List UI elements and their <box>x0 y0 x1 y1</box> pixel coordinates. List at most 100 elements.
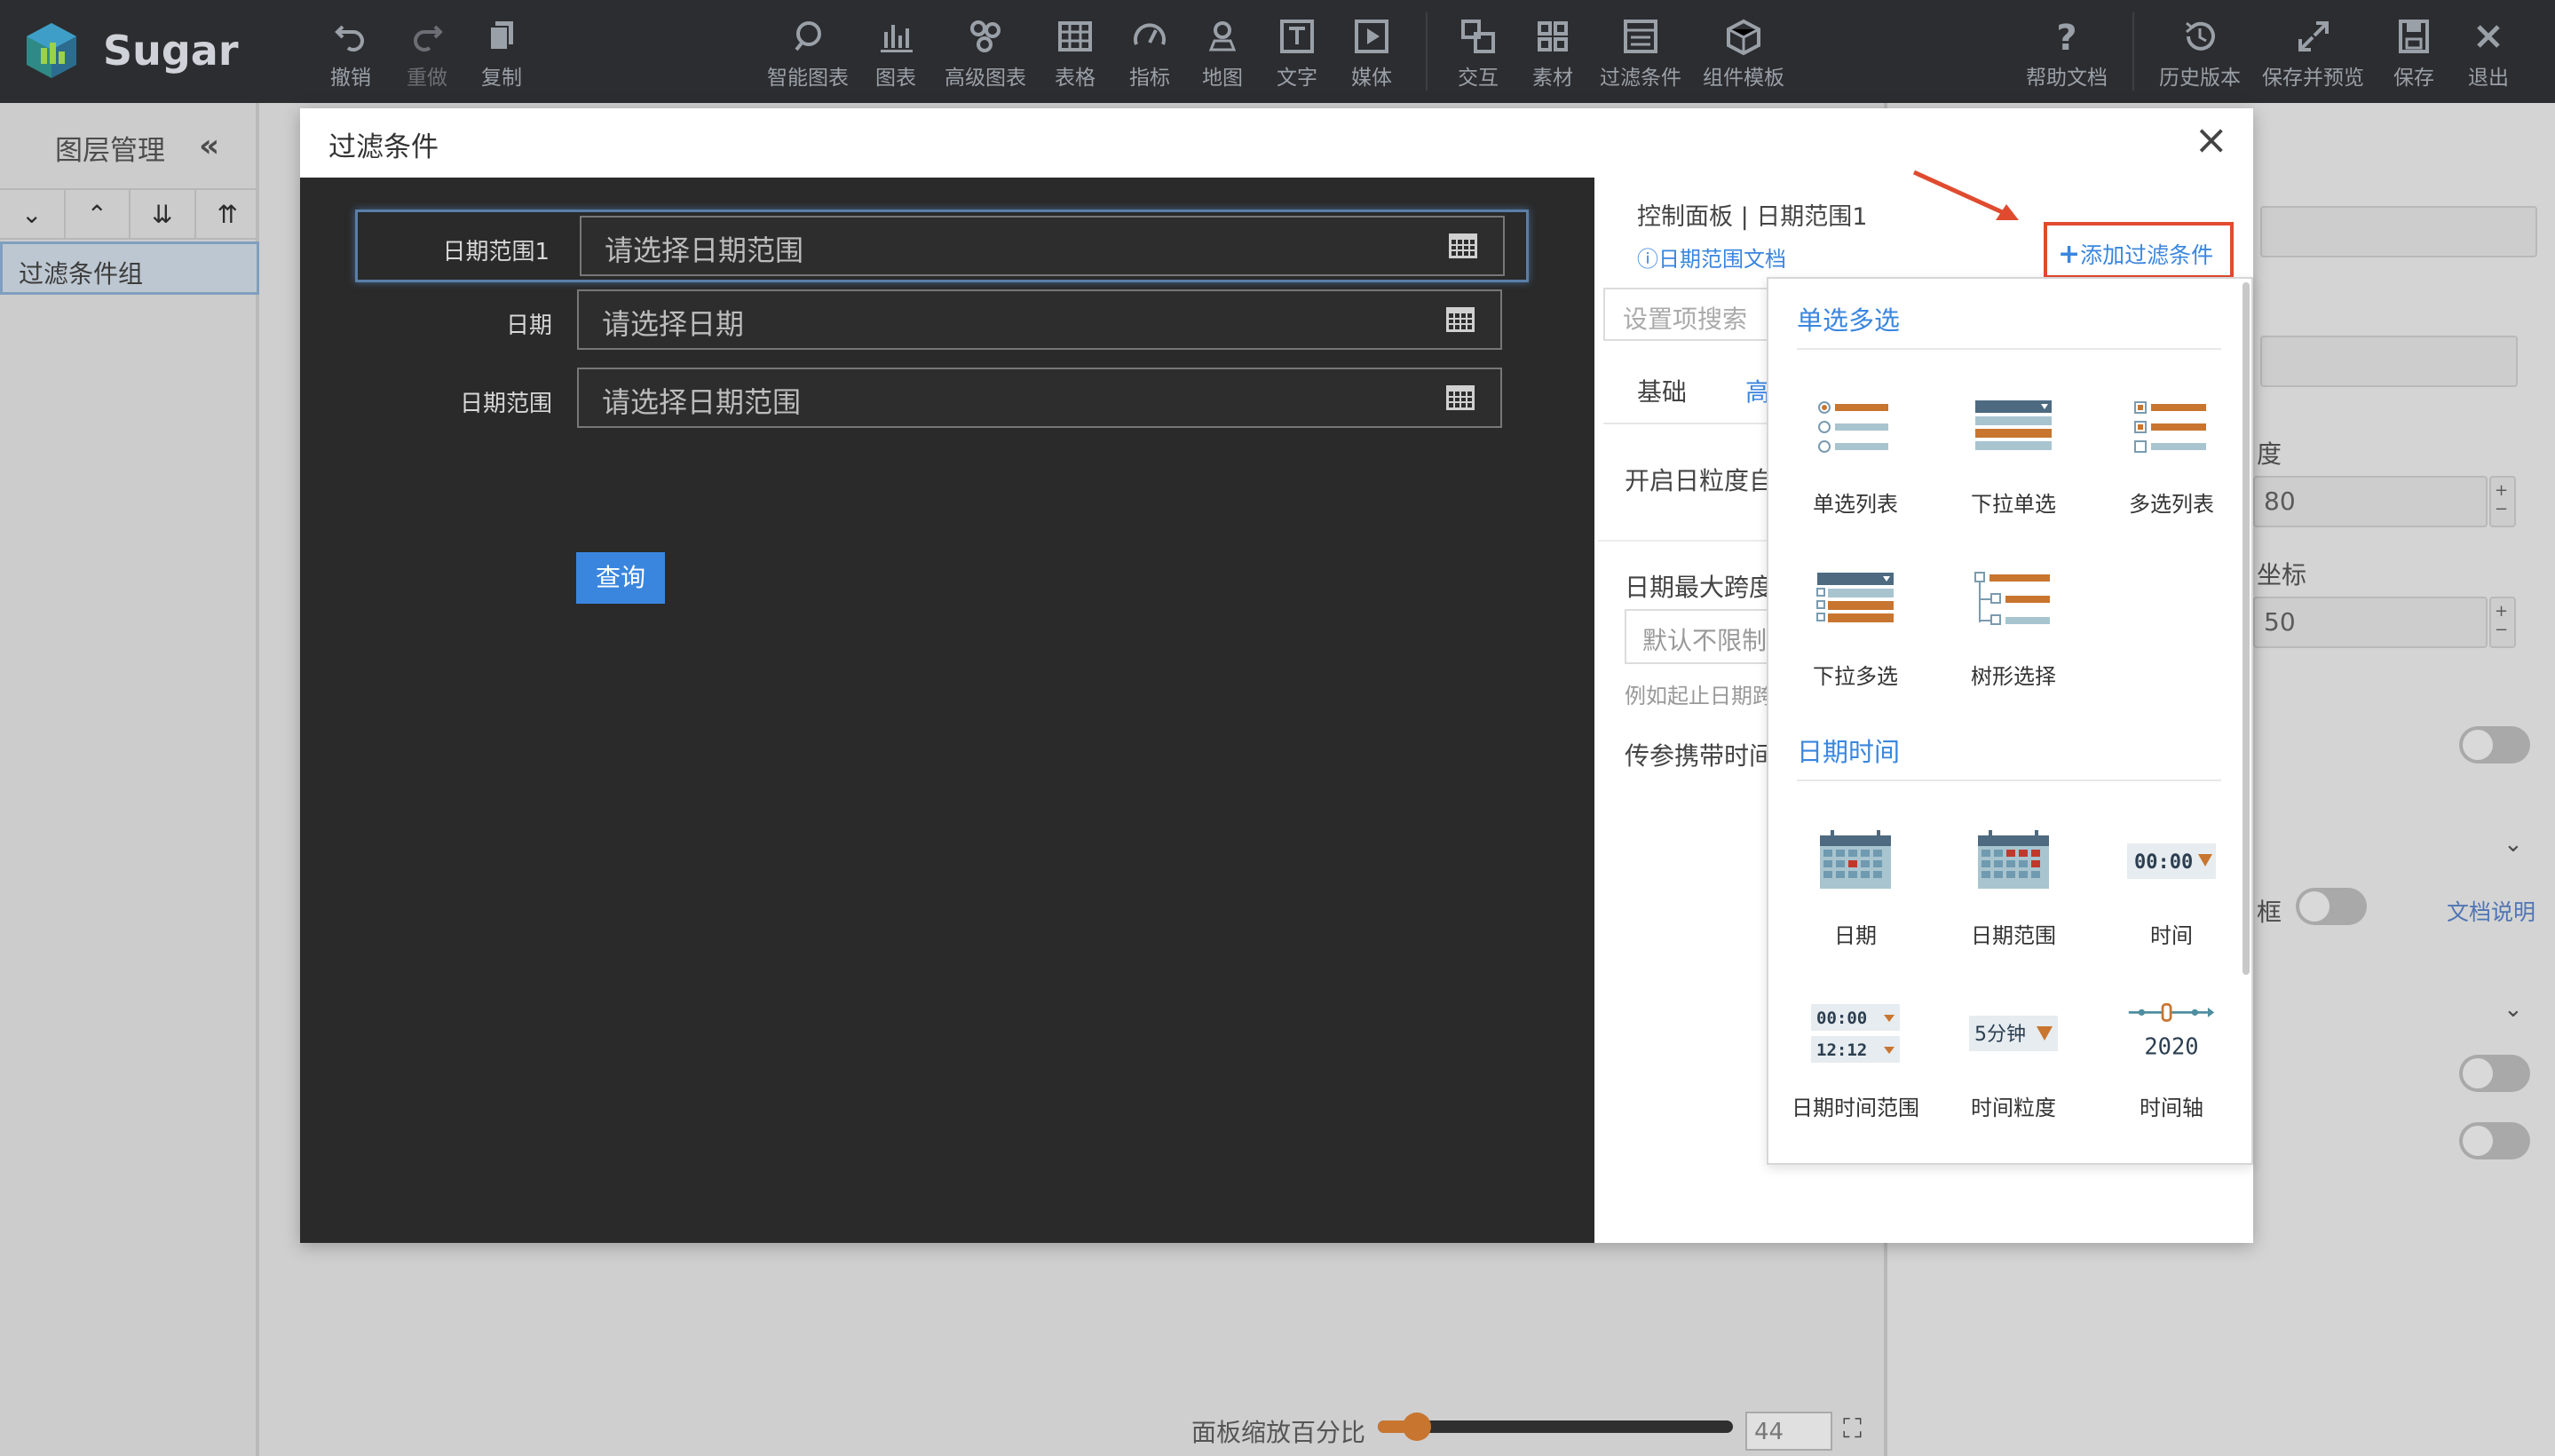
table-icon <box>1058 21 1092 51</box>
undo-button[interactable]: 撤销 <box>330 16 371 91</box>
control-panel-title: 控制面板 | 日期范围1 <box>1637 203 1868 231</box>
filter-row-date-range-1[interactable]: 日期范围1 请选择日期范围 <box>355 210 1529 282</box>
smart-chart-label: 智能图表 <box>767 67 849 90</box>
help-button[interactable]: ? 帮助文档 <box>2026 16 2108 91</box>
cube-icon <box>1727 19 1760 56</box>
tree-select-icon <box>1974 572 2050 625</box>
material-label: 素材 <box>1532 67 1573 90</box>
map-button[interactable]: 地图 <box>1202 16 1243 91</box>
filter-label: 过滤条件 <box>1600 67 1681 90</box>
field-label: 日期范围 <box>459 391 552 417</box>
map-pin-icon <box>1208 21 1237 51</box>
option-label: 下拉单选 <box>1971 492 2056 517</box>
interaction-icon <box>1461 20 1495 53</box>
option-multi-list[interactable]: 多选列表 <box>2100 385 2243 518</box>
date-range-doc-link[interactable]: ⓘ日期范围文档 <box>1637 241 1786 273</box>
bar-chart-icon <box>881 25 913 52</box>
history-button[interactable]: 历史版本 <box>2159 16 2241 91</box>
filter-preview-canvas: 日期范围1 请选择日期范围 日期 请选择日期 日期范围 请选择日期范围 查询 <box>300 178 1594 1243</box>
query-button[interactable]: 查询 <box>576 552 665 604</box>
save-disk-icon <box>2399 20 2429 53</box>
interaction-button[interactable]: 交互 <box>1458 16 1499 91</box>
zoom-slider-handle[interactable] <box>1403 1412 1431 1441</box>
date-range-input[interactable]: 请选择日期范围 <box>580 216 1505 276</box>
filter-row-date-range[interactable]: 日期范围 请选择日期范围 <box>355 368 1529 440</box>
option-datetime-range[interactable]: 00:00 12:12 日期时间范围 <box>1784 989 1926 1121</box>
zoom-value-input[interactable]: 44 <box>1745 1412 1832 1451</box>
granularity-setting-label: 开启日粒度自 <box>1625 466 1775 495</box>
component-template-button[interactable]: 组件模板 <box>1703 16 1784 91</box>
text-button[interactable]: 文字 <box>1277 16 1317 91</box>
material-button[interactable]: 素材 <box>1532 16 1573 91</box>
option-timeline[interactable]: 2020 时间轴 <box>2100 989 2243 1121</box>
smart-chart-button[interactable]: 智能图表 <box>767 16 849 91</box>
add-filter-dropdown: 单选多选 单选列表 下拉单选 多选列表 下拉多选 树形选择 日期时间 日期 日期… <box>1767 277 2253 1165</box>
fullscreen-icon[interactable]: ⛶ <box>1843 1413 1862 1444</box>
save-preview-button[interactable]: 保存并预览 <box>2262 16 2364 91</box>
option-time[interactable]: 00:00 时间 <box>2100 817 2243 949</box>
dropdown-select-icon <box>1975 400 2052 450</box>
zoom-slider-track[interactable] <box>1378 1420 1733 1433</box>
media-label: 媒体 <box>1351 67 1392 90</box>
max-span-label: 日期最大跨度 <box>1625 573 1775 602</box>
option-label: 时间 <box>2150 923 2193 948</box>
field-label: 日期范围1 <box>442 239 550 265</box>
settings-search-input[interactable]: 设置项搜索 <box>1603 288 1772 341</box>
option-label: 时间轴 <box>2140 1096 2203 1120</box>
undo-label: 撤销 <box>330 67 371 90</box>
copy-icon <box>489 21 513 51</box>
section-title-date-time: 日期时间 <box>1797 737 1901 767</box>
save-preview-label: 保存并预览 <box>2262 67 2364 90</box>
date-input[interactable]: 请选择日期 <box>577 289 1502 350</box>
radio-list-icon <box>1818 401 1888 453</box>
indicator-button[interactable]: 指标 <box>1129 16 1170 91</box>
smart-chart-icon <box>795 21 821 51</box>
filter-row-date[interactable]: 日期 请选择日期 <box>355 289 1529 362</box>
section-divider <box>1797 348 2221 350</box>
granularity-icon: 5分钟 <box>1969 1016 2058 1051</box>
time-text: 00:00 <box>1816 1009 1867 1028</box>
media-button[interactable]: 媒体 <box>1351 16 1392 91</box>
option-dropdown-single[interactable]: 下拉单选 <box>1942 385 2084 518</box>
pass-param-label: 传参携带时间 <box>1625 741 1775 771</box>
option-time-granularity[interactable]: 5分钟 时间粒度 <box>1942 989 2084 1121</box>
redo-button[interactable]: 重做 <box>407 16 447 91</box>
input-placeholder: 请选择日期范围 <box>605 233 804 267</box>
dialog-title: 过滤条件 <box>328 131 439 163</box>
dropdown-scrollbar[interactable] <box>2243 282 2250 975</box>
redo-label: 重做 <box>407 67 447 90</box>
top-toolbar: Sugar 撤销 重做 复制 智能图表 图表 高级图表 表格 指标 地图 文字 <box>0 0 2555 103</box>
filter-icon <box>1624 20 1657 53</box>
exit-button[interactable]: 退出 <box>2468 16 2509 91</box>
copy-button[interactable]: 复制 <box>481 16 522 91</box>
close-icon[interactable]: × <box>2194 115 2228 163</box>
advanced-chart-label: 高级图表 <box>945 67 1026 90</box>
save-label: 保存 <box>2393 67 2434 90</box>
option-single-list[interactable]: 单选列表 <box>1784 385 1926 518</box>
option-date[interactable]: 日期 <box>1784 817 1926 949</box>
input-placeholder: 请选择日期 <box>602 307 745 341</box>
annotation-arrow-icon <box>1912 170 2019 220</box>
option-label: 日期 <box>1834 923 1877 948</box>
table-button[interactable]: 表格 <box>1055 16 1096 91</box>
time-picker-icon: 00:00 <box>2127 843 2216 879</box>
grid-icon <box>1538 21 1568 51</box>
calendar-icon <box>1446 307 1475 332</box>
component-template-label: 组件模板 <box>1703 67 1784 90</box>
calendar-date-icon <box>1820 830 1891 889</box>
option-dropdown-multi[interactable]: 下拉多选 <box>1784 558 1926 690</box>
save-button[interactable]: 保存 <box>2393 16 2434 91</box>
date-range-input[interactable]: 请选择日期范围 <box>577 368 1502 428</box>
time-text: 00:00 <box>2134 851 2193 874</box>
tab-basic[interactable]: 基础 <box>1637 373 1687 408</box>
chart-button[interactable]: 图表 <box>875 16 916 91</box>
advanced-chart-button[interactable]: 高级图表 <box>945 16 1026 91</box>
option-tree-select[interactable]: 树形选择 <box>1942 558 2084 690</box>
option-label: 下拉多选 <box>1813 664 1898 689</box>
add-filter-button[interactable]: +添加过滤条件 <box>2044 222 2234 279</box>
filter-button[interactable]: 过滤条件 <box>1600 16 1681 91</box>
datetime-range-icon: 00:00 12:12 <box>1811 1004 1900 1063</box>
option-date-range[interactable]: 日期范围 <box>1942 817 2084 949</box>
undo-icon <box>335 25 364 51</box>
dropdown-multi-icon <box>1816 573 1894 622</box>
